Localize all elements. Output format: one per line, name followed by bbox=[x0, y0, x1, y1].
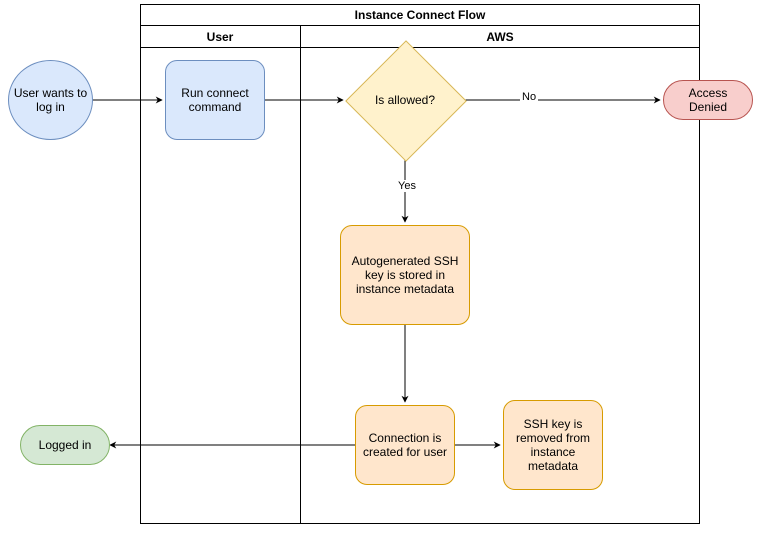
node-create-conn: Connection is created for user bbox=[355, 405, 455, 485]
node-is-allowed-label: Is allowed? bbox=[345, 40, 465, 160]
node-run-connect-label: Run connect command bbox=[172, 86, 258, 114]
node-store-key-label: Autogenerated SSH key is stored in insta… bbox=[347, 254, 463, 296]
node-logged-in-label: Logged in bbox=[39, 438, 92, 452]
node-remove-key-label: SSH key is removed from instance metadat… bbox=[510, 417, 596, 473]
node-run-connect: Run connect command bbox=[165, 60, 265, 140]
flowchart-instance-connect: Instance Connect Flow User AWS No Yes Us… bbox=[0, 0, 759, 541]
node-start-label: User wants to log in bbox=[13, 86, 88, 114]
node-store-key: Autogenerated SSH key is stored in insta… bbox=[340, 225, 470, 325]
node-access-denied-label: Access Denied bbox=[668, 86, 748, 114]
node-remove-key: SSH key is removed from instance metadat… bbox=[503, 400, 603, 490]
node-start: User wants to log in bbox=[8, 60, 93, 140]
node-create-conn-label: Connection is created for user bbox=[362, 431, 448, 459]
node-is-allowed: Is allowed? bbox=[345, 40, 465, 160]
node-logged-in: Logged in bbox=[20, 425, 110, 465]
node-access-denied: Access Denied bbox=[663, 80, 753, 120]
